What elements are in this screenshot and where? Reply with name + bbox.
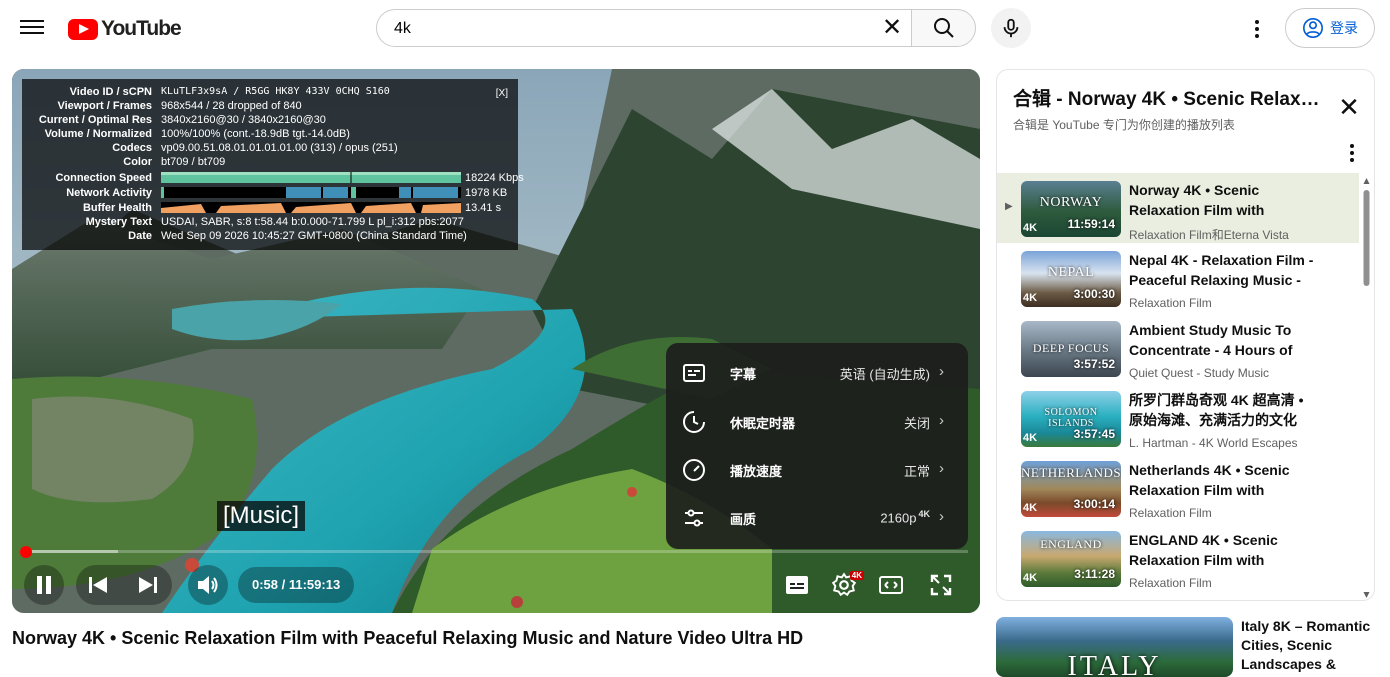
settings-menu: 字幕 英语 (自动生成) › 休眠定时器 关闭 › 播放速度 正常 › 画质 2… (666, 343, 968, 549)
search-icon (933, 18, 954, 38)
youtube-logo[interactable]: YouTube (68, 17, 182, 41)
playlist-item[interactable]: DEEP FOCUS 3:57:52 Ambient Study Music T… (997, 313, 1359, 383)
voice-search-button[interactable] (991, 8, 1031, 48)
video-thumbnail: SOLOMON ISLANDS 4K 3:57:45 (1021, 391, 1121, 447)
close-icon[interactable]: ✕ (1336, 94, 1362, 120)
now-playing-icon: ▶ (1005, 201, 1013, 212)
previous-button[interactable] (86, 573, 110, 597)
playback-speed-icon (683, 459, 705, 481)
playlist-scrollbar[interactable] (1363, 178, 1370, 598)
progress-bar[interactable] (24, 550, 968, 553)
progress-buffered (24, 550, 119, 553)
video-thumbnail: NORWAY 4K 11:59:14 (1021, 181, 1121, 237)
search-button[interactable] (911, 9, 976, 47)
playlist-menu-icon[interactable] (1350, 144, 1354, 162)
stat-row: Buffer Health 13.41 s (82, 202, 502, 214)
previous-icon (89, 577, 107, 593)
stat-row: Network Activity 1978 KB (66, 187, 508, 199)
quality-icon (685, 509, 703, 527)
progress-scrubber[interactable] (20, 546, 32, 558)
next-button[interactable] (136, 573, 160, 597)
theater-mode-button[interactable] (876, 571, 906, 599)
playlist-item[interactable]: ▶ NORWAY 4K 11:59:14 Norway 4K • Scenic … (997, 173, 1359, 243)
recommendation-thumbnail[interactable]: ITALY (996, 617, 1233, 677)
theater-mode-icon (879, 576, 903, 594)
stat-row: Color bt709 / bt709 (123, 156, 226, 168)
playlist-subtitle: 合辑是 YouTube 专门为你创建的播放列表 (1013, 118, 1235, 132)
prev-next-group (76, 565, 172, 605)
settings-kebab-icon[interactable] (1246, 16, 1268, 42)
chevron-right-icon: › (939, 460, 944, 477)
next-icon (139, 577, 157, 593)
playlist-title: 合辑 - Norway 4K • Scenic Relaxation Film (1013, 89, 1323, 110)
video-thumbnail: DEEP FOCUS 3:57:52 (1021, 321, 1121, 377)
play-logo-icon (68, 18, 98, 40)
playlist-item[interactable]: NEPAL 4K 3:00:30 Nepal 4K - Relaxation F… (997, 243, 1359, 313)
sleep-timer-icon (683, 411, 705, 433)
fullscreen-icon (930, 574, 952, 596)
settings-item-sleep-timer[interactable]: 休眠定时器 关闭 › (666, 398, 968, 446)
video-title: Norway 4K • Scenic Relaxation Film with … (12, 628, 804, 648)
stats-overlay: [X] Video ID / sCPN KLuTLF3x9sA / R5GG HK… (22, 79, 524, 250)
signin-button[interactable]: 登录 (1285, 8, 1375, 48)
playlist-item[interactable]: SOLOMON ISLANDS 4K 3:57:45 所罗门群岛奇观 4K 超高… (997, 383, 1359, 453)
search-box: ✕ (376, 9, 912, 48)
logo-text: YouTube (101, 17, 182, 40)
pause-button[interactable] (24, 565, 64, 605)
quality-badge: 4K (849, 571, 864, 580)
settings-item-playback-speed[interactable]: 播放速度 正常 › (666, 446, 968, 494)
playlist-item[interactable]: ENGLAND 4K 3:11:28 ENGLAND 4K • Scenic R… (997, 523, 1359, 593)
stat-row: Video ID / sCPN KLuTLF3x9sA / R5GG HK8Y 4… (69, 86, 390, 98)
settings-item-subtitles[interactable]: 字幕 英语 (自动生成) › (666, 349, 968, 397)
video-thumbnail: NETHERLANDS 4K 3:00:14 (1021, 461, 1121, 517)
playlist-item[interactable]: NETHERLANDS 4K 3:00:14 Netherlands 4K • … (997, 453, 1359, 523)
buffer-health-graph (161, 202, 461, 213)
time-display: 0:58 / 11:59:13 (238, 567, 355, 603)
chevron-right-icon: › (939, 363, 944, 380)
microphone-icon (1003, 18, 1019, 38)
subtitles-button[interactable] (782, 571, 812, 599)
chevron-right-icon: › (939, 412, 944, 429)
chevron-right-icon: › (939, 508, 944, 525)
caption-text: [Music] (217, 501, 306, 531)
playlist-panel: 合辑 - Norway 4K • Scenic Relaxation Film … (996, 69, 1375, 601)
stat-row: Current / Optimal Res 3840x2160@30 / 3840… (38, 114, 326, 126)
clear-search-icon[interactable]: ✕ (879, 15, 905, 41)
connection-speed-graph (161, 172, 461, 183)
subtitles-icon (786, 576, 808, 594)
video-thumbnail: ENGLAND 4K 3:11:28 (1021, 531, 1121, 587)
subtitles-icon (683, 364, 705, 382)
stat-row: Viewport / Frames 968x544 / 28 dropped of… (57, 100, 302, 112)
recommendation-title[interactable]: Italy 8K – Romantic Cities, Scenic Lands… (1241, 617, 1381, 674)
volume-icon (198, 576, 218, 594)
video-player[interactable]: [X] Video ID / sCPN KLuTLF3x9sA / R5GG HK… (12, 69, 980, 613)
recommendation-thumb-text: ITALY (1067, 651, 1162, 677)
volume-button[interactable] (188, 565, 228, 605)
stat-row: Date Wed Sep 09 2026 10:45:27 GMT+0800 (C… (128, 230, 467, 242)
stat-row: Volume / Normalized 100%/100% (cont.-18.9… (44, 128, 350, 140)
stat-row: Mystery Text USDAI, SABR, s:8 t:58.44 b:0… (85, 216, 464, 228)
video-thumbnail: NEPAL 4K 3:00:30 (1021, 251, 1121, 307)
settings-button[interactable]: 4K (828, 569, 864, 601)
pause-icon (37, 576, 51, 594)
signin-label: 登录 (1330, 20, 1358, 36)
account-icon (1303, 18, 1323, 38)
network-activity-graph (161, 187, 461, 198)
settings-item-quality[interactable]: 画质 2160p 4K › (666, 494, 968, 542)
fullscreen-button[interactable] (926, 571, 956, 599)
stat-row: Codecs vp09.00.51.08.01.01.01.01.00 (313)… (112, 142, 398, 154)
menu-icon[interactable] (20, 16, 44, 40)
search-input[interactable] (392, 10, 866, 48)
stat-row: Connection Speed 18224 Kbps (55, 172, 524, 184)
